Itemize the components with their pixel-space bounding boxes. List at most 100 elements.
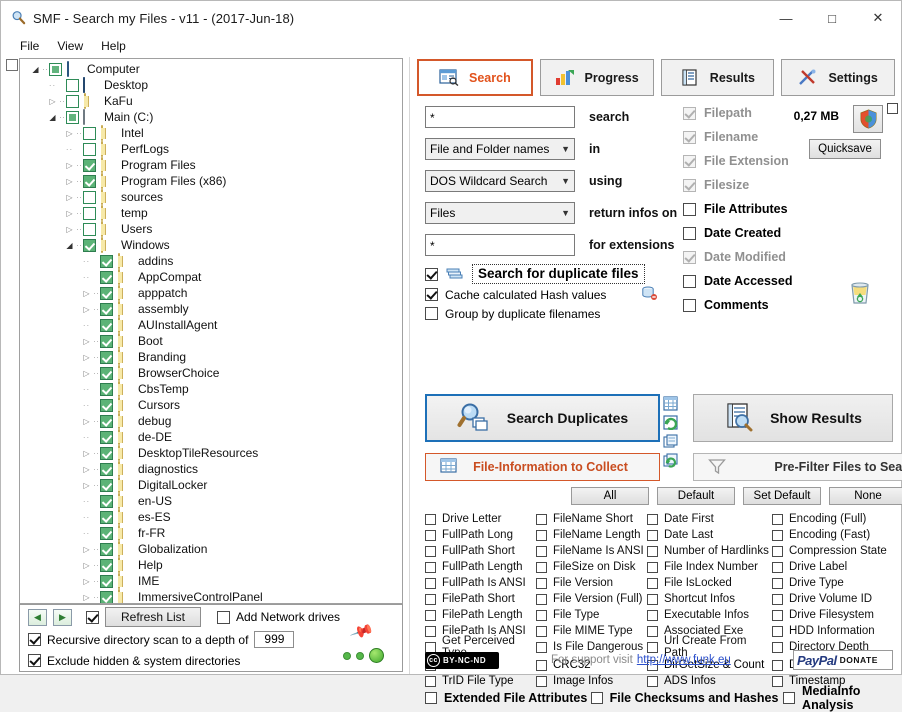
menu-item-view[interactable]: View: [48, 37, 92, 55]
info-checkbox-row[interactable]: File Version: [536, 575, 647, 591]
close-button[interactable]: ✕: [855, 1, 901, 35]
tree-item-checkbox[interactable]: [66, 79, 79, 92]
option-checkbox[interactable]: [683, 155, 696, 168]
extensions-input[interactable]: *: [425, 234, 575, 256]
tree-item[interactable]: ··KaFu: [20, 93, 402, 109]
tree-expander-icon[interactable]: [81, 577, 92, 586]
tree-item-checkbox[interactable]: [83, 207, 96, 220]
tree-item[interactable]: ··diagnostics: [20, 461, 402, 477]
tree-expander-icon[interactable]: [81, 289, 92, 298]
tree-item[interactable]: en-US: [20, 493, 402, 509]
tree-expander-icon[interactable]: [81, 305, 92, 314]
tree-expander-icon[interactable]: [64, 145, 75, 154]
info-checkbox[interactable]: [536, 546, 547, 557]
info-checkbox[interactable]: [772, 562, 783, 573]
info-checkbox[interactable]: [536, 594, 547, 605]
hash-checkbox[interactable]: [536, 676, 547, 687]
tree-expander-icon[interactable]: [81, 529, 92, 538]
info-checkbox-row[interactable]: FullPath Short: [425, 543, 536, 559]
tree-item-checkbox[interactable]: [100, 575, 113, 588]
tree-item-checkbox[interactable]: [100, 367, 113, 380]
tree-item[interactable]: de-DE: [20, 429, 402, 445]
info-checkbox[interactable]: [647, 562, 658, 573]
option-checkbox[interactable]: [683, 275, 696, 288]
preset-button[interactable]: None: [829, 487, 902, 505]
tree-expander-icon[interactable]: [64, 161, 75, 170]
option-row[interactable]: Date Modified: [683, 245, 893, 269]
group-duplicates-checkbox[interactable]: [425, 307, 438, 320]
menu-item-file[interactable]: File: [11, 37, 48, 55]
info-checkbox[interactable]: [536, 514, 547, 525]
tree-item-checkbox[interactable]: [100, 463, 113, 476]
tree-expander-icon[interactable]: [81, 497, 92, 506]
tree-item[interactable]: AUInstallAgent: [20, 317, 402, 333]
tree-item[interactable]: ··BrowserChoice: [20, 365, 402, 381]
refresh-list-button[interactable]: Refresh List: [105, 607, 201, 627]
tree-expander-icon[interactable]: [81, 561, 92, 570]
quicksave-button[interactable]: Quicksave: [809, 139, 881, 159]
tree-item-checkbox[interactable]: [83, 127, 96, 140]
refresh-list-checkbox[interactable]: [86, 611, 99, 624]
option-checkbox[interactable]: [683, 179, 696, 192]
info-checkbox[interactable]: [425, 578, 436, 589]
tree-item[interactable]: es-ES: [20, 509, 402, 525]
file-information-to-collect-button[interactable]: File-Information to Collect: [425, 453, 660, 481]
option-checkbox[interactable]: [683, 107, 696, 120]
info-checkbox-row[interactable]: File Index Number: [647, 559, 772, 575]
tree-item-checkbox[interactable]: [100, 287, 113, 300]
tab-search[interactable]: Search: [417, 59, 533, 96]
tree-item-checkbox[interactable]: [100, 399, 113, 412]
tree-item-checkbox[interactable]: [100, 431, 113, 444]
tree-item[interactable]: ··Computer: [20, 61, 402, 77]
bold-option-checkbox[interactable]: [783, 692, 795, 704]
info-checkbox[interactable]: [425, 530, 436, 541]
info-checkbox[interactable]: [772, 610, 783, 621]
tree-item[interactable]: ··debug: [20, 413, 402, 429]
hash-checkbox[interactable]: [425, 676, 436, 687]
info-checkbox-row[interactable]: Number of Hardlinks: [647, 543, 772, 559]
info-checkbox[interactable]: [536, 578, 547, 589]
search-method-select[interactable]: DOS Wildcard Search ▼: [425, 170, 575, 192]
tree-item[interactable]: PerfLogs: [20, 141, 402, 157]
tree-master-checkbox[interactable]: [6, 59, 18, 71]
info-checkbox-row[interactable]: FileSize on Disk: [536, 559, 647, 575]
option-checkbox[interactable]: [683, 227, 696, 240]
recursive-scan-checkbox[interactable]: [28, 633, 41, 646]
option-row[interactable]: Date Created: [683, 221, 893, 245]
tree-item[interactable]: ··Program Files (x86): [20, 173, 402, 189]
info-checkbox[interactable]: [536, 610, 547, 621]
tree-item-checkbox[interactable]: [100, 527, 113, 540]
tree-item[interactable]: ··Globalization: [20, 541, 402, 557]
search-input[interactable]: *: [425, 106, 575, 128]
info-checkbox-row[interactable]: FilePath Length: [425, 607, 536, 623]
tree-item-checkbox[interactable]: [100, 415, 113, 428]
info-checkbox[interactable]: [647, 610, 658, 621]
menu-item-help[interactable]: Help: [92, 37, 135, 55]
info-checkbox[interactable]: [536, 626, 547, 637]
bold-option-checkbox[interactable]: [591, 692, 603, 704]
hash-checkbox-cell[interactable]: TrID File Type: [425, 675, 536, 687]
bold-option-cell[interactable]: File Checksums and Hashes: [591, 691, 783, 705]
tab-settings[interactable]: Settings: [781, 59, 895, 96]
info-checkbox-row[interactable]: Compression State: [772, 543, 897, 559]
tree-expander-icon[interactable]: [81, 545, 92, 554]
preset-button[interactable]: Set Default: [743, 487, 821, 505]
tree-item[interactable]: ··IME: [20, 573, 402, 589]
preset-button[interactable]: Default: [657, 487, 735, 505]
info-checkbox-row[interactable]: File MIME Type: [536, 623, 647, 639]
tree-expander-icon[interactable]: [81, 257, 92, 266]
preset-button[interactable]: All: [571, 487, 649, 505]
tree-item[interactable]: AppCompat: [20, 269, 402, 285]
info-checkbox-row[interactable]: Drive Volume ID: [772, 591, 897, 607]
tree-expander-icon[interactable]: [81, 417, 92, 426]
hash-checkbox-cell[interactable]: Image Infos: [536, 675, 647, 687]
support-link[interactable]: http://www.funk.eu: [637, 654, 731, 666]
tree-item-checkbox[interactable]: [83, 191, 96, 204]
tree-item-checkbox[interactable]: [100, 303, 113, 316]
info-checkbox-row[interactable]: File Type: [536, 607, 647, 623]
nav-back-icon[interactable]: ◀: [28, 609, 47, 626]
option-row[interactable]: Filesize: [683, 173, 893, 197]
tree-item[interactable]: Desktop: [20, 77, 402, 93]
tree-item[interactable]: ··Windows: [20, 237, 402, 253]
maximize-button[interactable]: □: [809, 1, 855, 35]
